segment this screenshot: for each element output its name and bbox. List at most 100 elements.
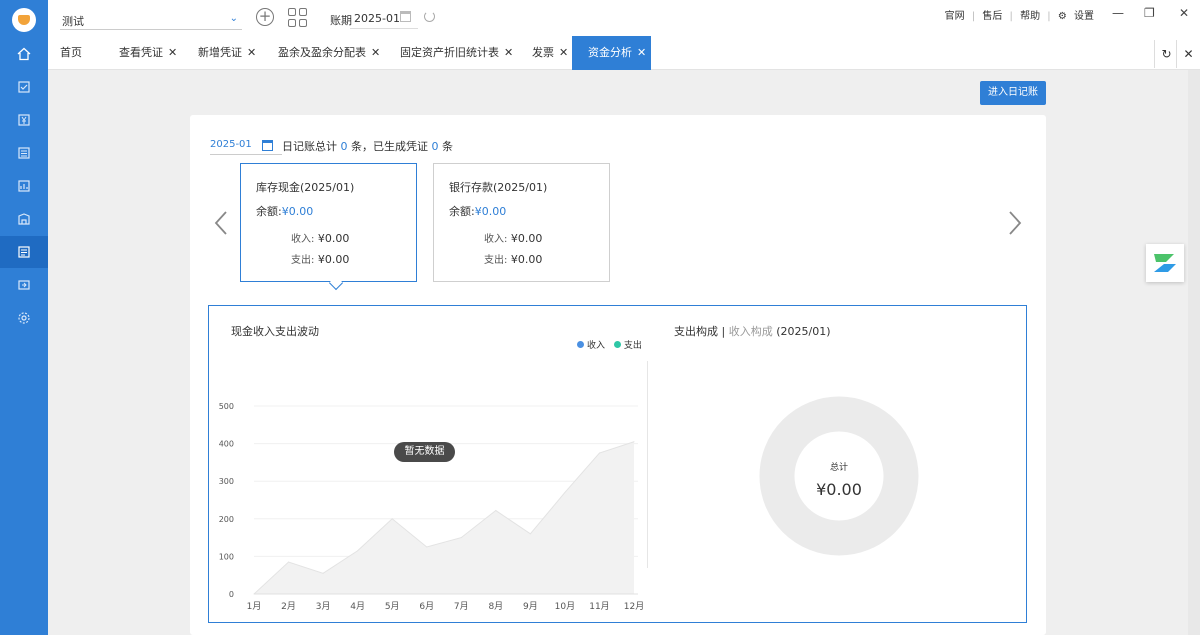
cash-icon[interactable] — [0, 236, 48, 268]
fund-analysis-panel: 2025-01 日记账总计 0 条，已生成凭证 0 条 库存现金(2025/01… — [190, 115, 1046, 635]
balance-label: 余额: — [256, 205, 282, 218]
composition-donut: 总计 ¥0.00 — [759, 396, 919, 556]
tab-bar: 首页 查看凭证 ✕ 新增凭证 ✕ 盈余及盈余分配表 ✕ 固定资产折旧统计表 ✕ 发票 ✕ … — [48, 36, 1200, 70]
home-icon[interactable] — [0, 38, 48, 70]
data-point — [598, 452, 600, 454]
report-icon[interactable] — [0, 170, 48, 202]
tab-depreciation[interactable]: 固定资产折旧统计表 ✕ — [400, 36, 513, 70]
x-tick-label: 3月 — [316, 601, 331, 612]
gear-icon[interactable]: ⚙ — [1058, 11, 1067, 22]
add-account-button[interactable]: + — [256, 8, 274, 26]
link-settings[interactable]: 设置 — [1074, 11, 1094, 22]
tab-label: 首页 — [60, 46, 82, 59]
data-point — [391, 518, 393, 520]
tab-label: 新增凭证 — [198, 46, 242, 59]
expense-value: ¥0.00 — [510, 253, 543, 266]
sidebar — [0, 0, 48, 635]
data-point — [357, 550, 359, 552]
expense-label: 支出: — [291, 255, 315, 266]
pie-tab-income[interactable]: 收入构成 — [729, 325, 773, 338]
calendar-icon[interactable] — [400, 11, 411, 22]
link-help[interactable]: 帮助 — [1020, 11, 1040, 22]
cash-flow-chart: 0 100 200 300 400 500 1月 2月 3月 4月 5月 6月 7月 8月 9月 10月 11月… — [219, 402, 645, 612]
x-tick-label: 10月 — [555, 601, 575, 612]
summary-prefix: 日记账总计 — [282, 140, 337, 153]
tab-label: 盈余及盈余分配表 — [278, 46, 366, 59]
data-point — [426, 546, 428, 548]
bank-card[interactable]: 银行存款(2025/01) 余额:¥0.00 收入: ¥0.00 支出: ¥0.… — [433, 163, 610, 282]
card-income: 收入: ¥0.00 — [291, 230, 349, 245]
card-balance: 余额:¥0.00 — [449, 203, 506, 219]
close-icon[interactable]: ✕ — [504, 46, 513, 59]
card-title: 银行存款(2025/01) — [449, 181, 548, 194]
chart-container: 现金收入支出波动 收入 支出 0 100 200 300 400 500 1月 2月 3月 4月 5… — [208, 305, 1027, 623]
donut-ring — [759, 396, 919, 556]
y-tick-label: 300 — [219, 477, 234, 486]
next-arrow-icon[interactable] — [1008, 210, 1022, 236]
minimize-button[interactable]: — — [1112, 6, 1124, 20]
enter-journal-button[interactable]: 进入日记账 — [980, 81, 1046, 105]
scrollbar[interactable] — [1188, 70, 1200, 635]
ledger-icon[interactable] — [0, 137, 48, 169]
income-value: ¥0.00 — [317, 232, 350, 245]
top-links: 官网 | 售后 | 帮助 | ⚙ 设置 — [943, 7, 1096, 22]
y-tick-label: 200 — [219, 515, 234, 524]
account-select[interactable]: 测试 ⌄ — [60, 10, 242, 30]
area-series — [254, 441, 634, 594]
link-divider: | — [1047, 11, 1051, 22]
x-tick-label: 12月 — [624, 601, 644, 612]
tab-new-voucher[interactable]: 新增凭证 ✕ — [198, 36, 256, 70]
income-value: ¥0.00 — [510, 232, 543, 245]
settings-icon[interactable] — [0, 302, 48, 334]
tab-label: 资金分析 — [588, 46, 632, 59]
y-tick-label: 400 — [219, 440, 234, 449]
top-bar: 测试 ⌄ + 账期 2025-01 官网 | 售后 | 帮助 | ⚙ 设置 — … — [48, 0, 1200, 36]
card-expense: 支出: ¥0.00 — [484, 251, 542, 266]
refresh-tab-button[interactable]: ↻ — [1154, 40, 1178, 68]
tab-surplus-distribution[interactable]: 盈余及盈余分配表 ✕ — [278, 36, 380, 70]
yuan-icon[interactable] — [0, 104, 48, 136]
app-logo — [12, 8, 36, 32]
cash-card[interactable]: 库存现金(2025/01) 余额:¥0.00 收入: ¥0.00 支出: ¥0.… — [240, 163, 417, 282]
link-aftersales[interactable]: 售后 — [982, 11, 1002, 22]
close-icon[interactable]: ✕ — [247, 46, 256, 59]
card-income: 收入: ¥0.00 — [484, 230, 542, 245]
refresh-icon[interactable] — [424, 11, 435, 22]
calendar-icon[interactable] — [262, 140, 273, 151]
assistant-widget[interactable] — [1146, 244, 1184, 282]
close-icon[interactable]: ✕ — [637, 46, 646, 59]
close-icon[interactable]: ✕ — [168, 46, 177, 59]
asset-icon[interactable] — [0, 203, 48, 235]
card-balance: 余额:¥0.00 — [256, 203, 313, 219]
chevron-down-icon: ⌄ — [229, 13, 238, 24]
data-point — [529, 533, 531, 535]
close-icon[interactable]: ✕ — [371, 46, 380, 59]
pie-tab-expense[interactable]: 支出构成 — [674, 325, 718, 338]
close-icon[interactable]: ✕ — [559, 46, 568, 59]
tab-view-voucher[interactable]: 查看凭证 ✕ — [119, 36, 177, 70]
invoice-icon[interactable] — [0, 269, 48, 301]
tab-invoice[interactable]: 发票 ✕ — [532, 36, 568, 70]
tab-home[interactable]: 首页 — [60, 36, 82, 70]
close-window-button[interactable]: ✕ — [1179, 6, 1189, 20]
expense-label: 支出: — [484, 255, 508, 266]
filter-date-value: 2025-01 — [210, 139, 252, 150]
x-tick-label: 4月 — [350, 601, 365, 612]
period-value: 2025-01 — [354, 12, 400, 25]
apps-grid-icon[interactable] — [288, 8, 308, 28]
prev-arrow-icon[interactable] — [214, 210, 228, 236]
balance-value: ¥0.00 — [281, 205, 314, 218]
voucher-icon[interactable] — [0, 71, 48, 103]
restore-button[interactable]: ❐ — [1144, 6, 1155, 20]
x-tick-label: 8月 — [488, 601, 503, 612]
x-tick-label: 7月 — [454, 601, 469, 612]
link-website[interactable]: 官网 — [945, 11, 965, 22]
journal-count: 0 — [340, 140, 348, 153]
close-tabs-button[interactable]: ✕ — [1176, 40, 1200, 68]
link-divider: | — [971, 11, 976, 22]
y-tick-label: 500 — [219, 402, 234, 411]
link-divider: | — [1009, 11, 1013, 22]
y-tick-label: 0 — [229, 590, 234, 599]
period-label: 账期 — [330, 14, 352, 27]
tab-fund-analysis[interactable]: 资金分析 ✕ — [572, 36, 651, 70]
